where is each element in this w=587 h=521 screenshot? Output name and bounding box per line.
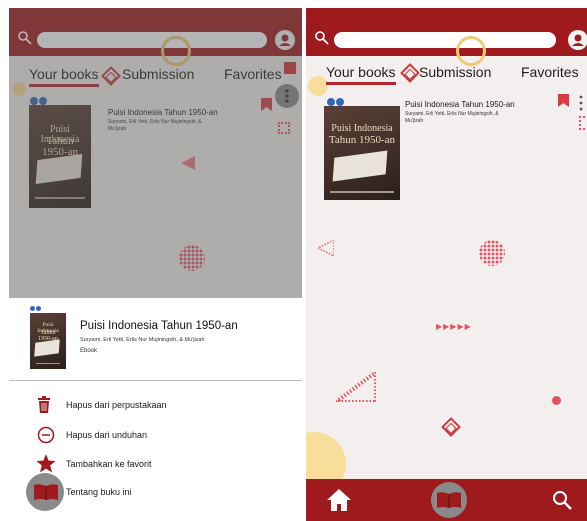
star-icon bbox=[36, 454, 56, 473]
sheet-book-authors: Suryami, Erli Yetti, Erlis Nur Mujinings… bbox=[80, 337, 205, 343]
tab-bar: Your books Submission Favorites bbox=[306, 58, 587, 85]
decor-dot bbox=[552, 396, 561, 405]
bookmark-icon[interactable] bbox=[558, 94, 569, 107]
submission-icon bbox=[400, 63, 420, 83]
menu-remove-from-downloads[interactable]: Hapus dari unduhan bbox=[9, 421, 302, 449]
book-authors: Suryami, Erli Yetti, Erlis Nur Mujinings… bbox=[405, 111, 499, 124]
bottom-nav bbox=[306, 479, 587, 521]
sheet-cover-footer bbox=[36, 363, 60, 364]
menu-about-book[interactable]: Tentang buku ini bbox=[9, 473, 302, 513]
search-input[interactable] bbox=[334, 32, 556, 48]
trash-icon bbox=[38, 396, 50, 413]
cover-image bbox=[332, 150, 388, 182]
cover-title-line2: Tahun 1950-an bbox=[328, 134, 396, 146]
right-screen: Your books Submission Favorites Puisi In… bbox=[306, 8, 587, 521]
sheet-cover-image bbox=[34, 339, 60, 357]
menu-label: Tambahkan ke favorit bbox=[66, 459, 152, 469]
search-icon[interactable] bbox=[314, 30, 330, 46]
menu-label: Hapus dari perpustakaan bbox=[66, 400, 167, 410]
remove-circle-icon bbox=[37, 426, 55, 444]
book-title: Puisi Indonesia Tahun 1950-an bbox=[405, 100, 515, 109]
decor-arrows: ▶▶▶▶▶ bbox=[436, 322, 472, 331]
sheet-book-cover: Puisi Indonesia Tahun 1950-an bbox=[30, 313, 66, 369]
decor-dot-grid bbox=[479, 240, 505, 266]
book-options-sheet: Puisi Indonesia Tahun 1950-an Puisi Indo… bbox=[9, 298, 302, 521]
sheet-book-format: Ebook bbox=[80, 348, 98, 354]
tab-submission[interactable]: Submission bbox=[419, 64, 491, 80]
sheet-divider bbox=[9, 380, 302, 381]
menu-label: Tentang buku ini bbox=[66, 487, 132, 497]
cover-title-line1: Puisi Indonesia bbox=[331, 123, 393, 134]
search-icon[interactable] bbox=[552, 490, 572, 510]
dim-overlay[interactable] bbox=[9, 8, 302, 298]
home-icon[interactable] bbox=[326, 488, 352, 512]
decor-diamond bbox=[441, 417, 461, 437]
book-cover: Puisi Indonesia Tahun 1950-an bbox=[324, 106, 400, 200]
publisher-logo-small bbox=[30, 306, 42, 312]
decor-dotted-triangle bbox=[336, 372, 376, 402]
more-vertical-icon[interactable] bbox=[578, 94, 584, 112]
sheet-book-title: Puisi Indonesia Tahun 1950-an bbox=[80, 320, 238, 332]
user-icon bbox=[572, 34, 584, 46]
top-bar bbox=[306, 8, 587, 56]
left-screen: Your books Submission Favorites Puisi In… bbox=[9, 8, 302, 521]
open-book-icon bbox=[437, 492, 461, 508]
library-button[interactable] bbox=[431, 482, 467, 518]
open-book-icon bbox=[34, 484, 58, 500]
decor-triangle-dotted bbox=[318, 240, 334, 256]
cover-footer bbox=[330, 191, 394, 193]
tab-favorites[interactable]: Favorites bbox=[521, 64, 579, 80]
menu-remove-from-library[interactable]: Hapus dari perpustakaan bbox=[9, 391, 302, 419]
publisher-logo bbox=[327, 98, 347, 106]
decor-square-dots bbox=[579, 116, 587, 130]
menu-label: Hapus dari unduhan bbox=[66, 430, 148, 440]
profile-avatar[interactable] bbox=[568, 30, 587, 50]
tab-your-books[interactable]: Your books bbox=[326, 64, 396, 85]
